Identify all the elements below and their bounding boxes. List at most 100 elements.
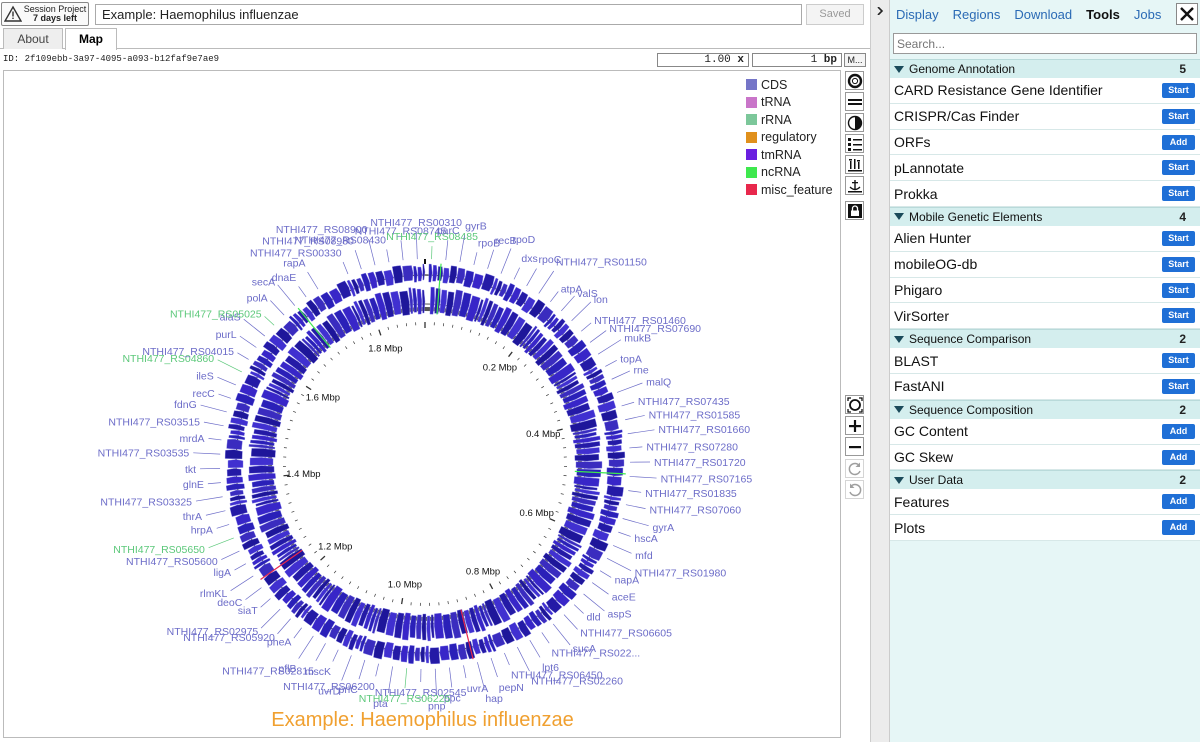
section-count: 4	[1179, 209, 1186, 224]
add-button[interactable]: Add	[1162, 520, 1195, 536]
tool-item: FastANI Start	[890, 373, 1200, 400]
focus-icon	[846, 396, 863, 413]
start-button[interactable]: Start	[1162, 353, 1195, 369]
close-panel-button[interactable]	[1176, 3, 1198, 25]
panel-splitter[interactable]	[870, 0, 890, 742]
ruler-tick	[357, 586, 360, 590]
circular-view-button[interactable]	[845, 71, 864, 90]
map-id: ID: 2f109ebb-3a97-4095-a093-b12faf9e7ae9	[3, 54, 220, 64]
start-button[interactable]: Start	[1162, 160, 1195, 176]
reset-view-button[interactable]	[845, 395, 864, 414]
chevron-right-icon[interactable]	[876, 7, 884, 15]
tab-jobs[interactable]: Jobs	[1134, 7, 1161, 22]
tool-search-input[interactable]	[893, 33, 1197, 54]
labels-toggle-button[interactable]	[845, 155, 864, 174]
tab-tools[interactable]: Tools	[1086, 7, 1120, 22]
ruler-tick	[474, 593, 476, 597]
feature-label: NTHI477_RS07435	[638, 396, 730, 408]
genome-map[interactable]: 1.8 Mbp 0.2 Mbp 1.6 Mbp 0.4 Mbp 1.4 Mbp 0.6 M…	[4, 71, 842, 739]
outer-feature-block	[230, 430, 245, 436]
start-button[interactable]: Start	[1162, 108, 1195, 124]
section-header[interactable]: User Data 2	[890, 470, 1200, 490]
feature-label: NTHI477_RS07165	[661, 473, 753, 485]
outer-feature-block	[429, 647, 441, 665]
label-leader	[613, 545, 632, 554]
invert-colors-button[interactable]	[845, 113, 864, 132]
outer-feature-block	[605, 445, 622, 453]
label-leader	[625, 504, 646, 509]
feature-label: ileS	[196, 371, 214, 383]
ruler-tick	[296, 402, 300, 405]
legend-toggle-button[interactable]	[845, 134, 864, 153]
tool-item: mobileOG-db Start	[890, 251, 1200, 278]
tool-label: CARD Resistance Gene Identifier	[894, 82, 1103, 99]
section-header[interactable]: Sequence Composition 2	[890, 399, 1200, 419]
rotate-cw-icon	[848, 462, 861, 475]
tool-item: CARD Resistance Gene Identifier Start	[890, 78, 1200, 104]
feature-label: NTHI477_RS01150	[556, 257, 647, 269]
ruler-tick	[323, 364, 327, 367]
ruler-tick	[374, 593, 376, 597]
outer-feature-block	[227, 459, 244, 469]
zoom-out-button[interactable]	[845, 437, 864, 456]
zoom-field[interactable]: 1.00 x	[657, 53, 749, 67]
ruler-tick	[287, 428, 291, 431]
add-button[interactable]: Add	[1162, 494, 1195, 510]
label-leader	[239, 335, 257, 348]
tool-label: Phigaro	[894, 281, 943, 298]
ruler-tick	[320, 555, 326, 561]
ruler-tick	[541, 386, 545, 389]
ruler-tick	[550, 402, 554, 405]
label-leader	[529, 640, 541, 658]
more-button[interactable]: M...	[844, 53, 866, 67]
feature-label: rlmKL	[200, 588, 228, 600]
inner-feature-block	[249, 457, 274, 466]
start-button[interactable]: Start	[1162, 256, 1195, 272]
start-button[interactable]: Start	[1162, 378, 1195, 394]
start-button[interactable]: Start	[1162, 186, 1195, 202]
session-project-badge[interactable]: Session Project 7 days left	[1, 2, 89, 26]
label-leader	[463, 665, 467, 679]
start-button[interactable]: Start	[1162, 282, 1195, 298]
tab-about[interactable]: About	[3, 28, 63, 49]
lines-icon	[847, 98, 862, 105]
rotate-clockwise-button[interactable]	[845, 459, 864, 478]
rotate-counterclockwise-button[interactable]	[845, 480, 864, 499]
ruler-tick	[543, 535, 547, 538]
add-button[interactable]: Add	[1162, 423, 1195, 439]
session-line2: 7 days left	[32, 13, 78, 23]
section-header[interactable]: Sequence Comparison 2	[890, 329, 1200, 349]
linear-view-button[interactable]	[845, 92, 864, 111]
tab-display[interactable]: Display	[896, 7, 939, 22]
start-button[interactable]: Start	[1162, 83, 1195, 98]
label-leader	[203, 421, 224, 427]
add-button[interactable]: Add	[1162, 449, 1195, 465]
add-button[interactable]: Add	[1162, 134, 1195, 150]
section-count: 2	[1179, 473, 1186, 488]
map-title-input[interactable]	[95, 4, 802, 25]
tab-map[interactable]: Map	[65, 28, 117, 50]
map-canvas[interactable]: 1.8 Mbp 0.2 Mbp 1.6 Mbp 0.4 Mbp 1.4 Mbp 0.6 M…	[3, 70, 841, 738]
ruler-tick	[337, 351, 340, 355]
label-leader	[504, 652, 510, 666]
legend-label: tmRNA	[761, 147, 802, 162]
outer-feature-block	[428, 263, 433, 283]
tool-label: FastANI	[894, 378, 945, 395]
bp-field[interactable]: 1 bp	[752, 53, 842, 67]
section-header[interactable]: Mobile Genetic Elements 4	[890, 206, 1200, 226]
section-header[interactable]: Genome Annotation 5	[890, 59, 1200, 78]
saved-button[interactable]: Saved	[806, 4, 864, 25]
outer-feature-block	[442, 267, 450, 284]
tab-download[interactable]: Download	[1014, 7, 1072, 22]
zoom-in-button[interactable]	[845, 416, 864, 435]
download-image-button[interactable]	[845, 176, 864, 195]
ruler-tick	[557, 419, 561, 422]
tab-regions[interactable]: Regions	[953, 7, 1001, 22]
lock-button[interactable]	[845, 201, 864, 220]
start-button[interactable]: Start	[1162, 308, 1195, 324]
feature-label: napA	[615, 575, 640, 587]
label-leader	[550, 291, 559, 302]
outer-feature-block	[607, 451, 626, 460]
tool-label: BLAST	[894, 352, 939, 369]
start-button[interactable]: Start	[1162, 230, 1195, 246]
